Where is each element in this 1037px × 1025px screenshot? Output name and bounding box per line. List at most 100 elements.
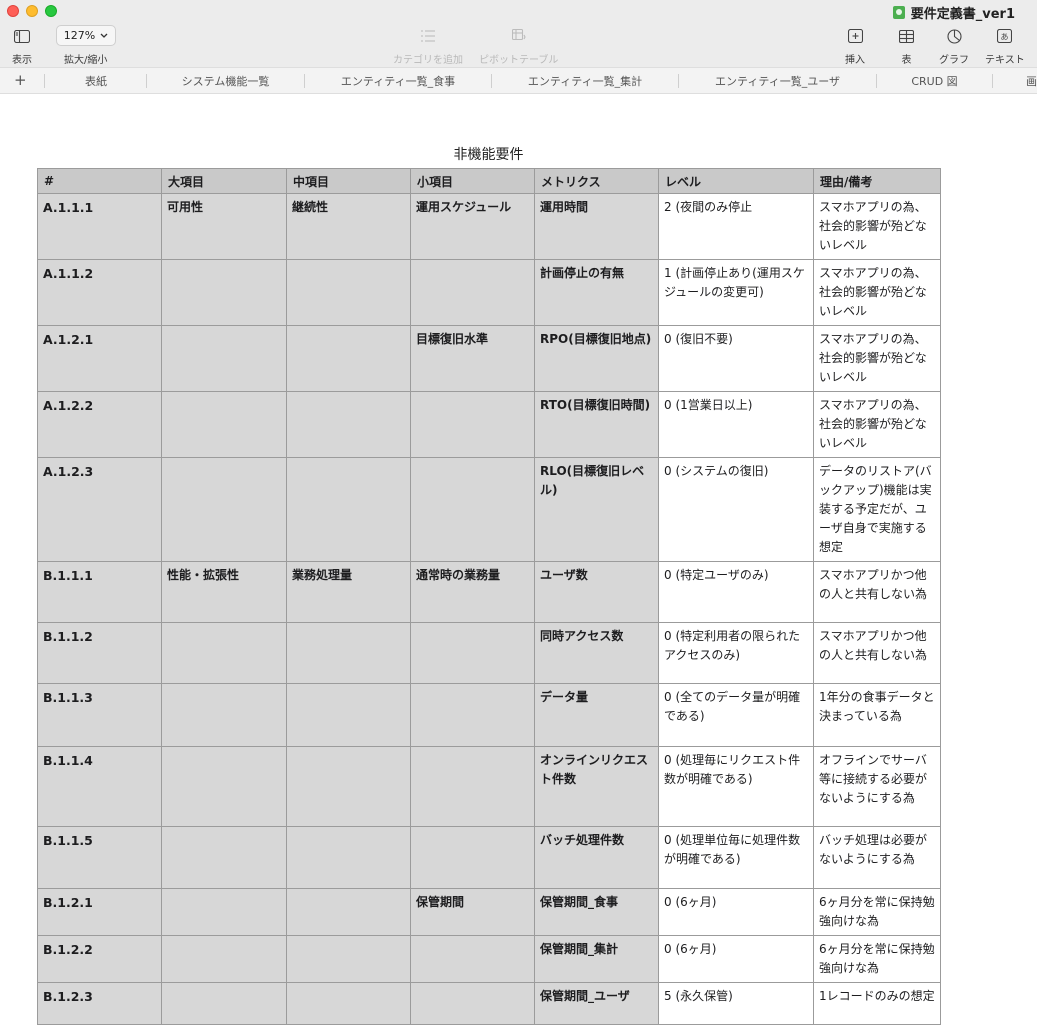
cell-major[interactable]: 可用性 — [161, 193, 287, 260]
cell-id[interactable]: A.1.1.1 — [37, 193, 162, 260]
cell-minor[interactable]: 保管期間 — [410, 888, 535, 936]
cell-id[interactable]: B.1.1.5 — [37, 826, 162, 889]
cell-middle[interactable] — [286, 826, 411, 889]
cell-level[interactable]: 0 (復旧不要) — [658, 325, 814, 392]
cell-major[interactable] — [161, 259, 287, 326]
cell-level[interactable]: 0 (処理単位毎に処理件数が明確である) — [658, 826, 814, 889]
cell-reason[interactable]: スマホアプリの為、社会的影響が殆どないレベル — [813, 193, 941, 260]
header-minor[interactable]: 小項目 — [410, 168, 535, 194]
cell-metric[interactable]: RTO(目標復旧時間) — [534, 391, 659, 458]
cell-level[interactable]: 0 (6ヶ月) — [658, 935, 814, 983]
cell-minor[interactable] — [410, 683, 535, 747]
cell-reason[interactable]: オフラインでサーバ等に接続する必要がないようにする為 — [813, 746, 941, 827]
cell-reason[interactable]: スマホアプリかつ他の人と共有しない為 — [813, 622, 941, 684]
cell-metric[interactable]: 計画停止の有無 — [534, 259, 659, 326]
cell-metric[interactable]: 同時アクセス数 — [534, 622, 659, 684]
zoom-dropdown[interactable]: 127% — [56, 25, 116, 46]
header-level[interactable]: レベル — [658, 168, 814, 194]
cell-reason[interactable]: スマホアプリかつ他の人と共有しない為 — [813, 561, 941, 623]
cell-major[interactable] — [161, 935, 287, 983]
cell-middle[interactable] — [286, 259, 411, 326]
cell-middle[interactable] — [286, 457, 411, 562]
cell-metric[interactable]: オンラインリクエスト件数 — [534, 746, 659, 827]
cell-minor[interactable]: 通常時の業務量 — [410, 561, 535, 623]
cell-minor[interactable] — [410, 259, 535, 326]
cell-major[interactable]: 性能・拡張性 — [161, 561, 287, 623]
cell-minor[interactable] — [410, 826, 535, 889]
tab-entity-summary[interactable]: エンティティ一覧_集計 — [492, 68, 678, 93]
tab-entity-meal[interactable]: エンティティ一覧_食事 — [305, 68, 491, 93]
cell-id[interactable]: A.1.2.2 — [37, 391, 162, 458]
cell-middle[interactable]: 業務処理量 — [286, 561, 411, 623]
cell-major[interactable] — [161, 888, 287, 936]
cell-id[interactable]: B.1.2.2 — [37, 935, 162, 983]
cell-id[interactable]: B.1.2.3 — [37, 982, 162, 1025]
cell-id[interactable]: B.1.1.1 — [37, 561, 162, 623]
cell-middle[interactable] — [286, 888, 411, 936]
tab-partial[interactable]: 画 — [993, 68, 1037, 93]
cell-major[interactable] — [161, 622, 287, 684]
cell-middle[interactable] — [286, 683, 411, 747]
cell-minor[interactable] — [410, 935, 535, 983]
cell-major[interactable] — [161, 746, 287, 827]
cell-level[interactable]: 0 (処理毎にリクエスト件数が明確である) — [658, 746, 814, 827]
cell-level[interactable]: 0 (特定利用者の限られたアクセスのみ) — [658, 622, 814, 684]
chart-button[interactable]: グラフ — [939, 26, 969, 66]
cell-reason[interactable]: 6ヶ月分を常に保持勉強向けな為 — [813, 935, 941, 983]
cell-minor[interactable] — [410, 982, 535, 1025]
cell-major[interactable] — [161, 982, 287, 1025]
minimize-window-button[interactable] — [26, 5, 38, 17]
cell-middle[interactable]: 継続性 — [286, 193, 411, 260]
cell-middle[interactable] — [286, 325, 411, 392]
cell-minor[interactable] — [410, 457, 535, 562]
header-middle[interactable]: 中項目 — [286, 168, 411, 194]
add-category-button[interactable]: カテゴリを追加 — [393, 26, 463, 66]
cell-metric[interactable]: データ量 — [534, 683, 659, 747]
cell-major[interactable] — [161, 683, 287, 747]
cell-middle[interactable] — [286, 935, 411, 983]
cell-id[interactable]: A.1.2.1 — [37, 325, 162, 392]
cell-metric[interactable]: RLO(目標復旧レベル) — [534, 457, 659, 562]
cell-reason[interactable]: 6ヶ月分を常に保持勉強向けな為 — [813, 888, 941, 936]
cell-id[interactable]: B.1.1.3 — [37, 683, 162, 747]
close-window-button[interactable] — [7, 5, 19, 17]
cell-reason[interactable]: スマホアプリの為、社会的影響が殆どないレベル — [813, 325, 941, 392]
text-button[interactable]: あ テキスト — [985, 26, 1025, 66]
cell-metric[interactable]: バッチ処理件数 — [534, 826, 659, 889]
header-major[interactable]: 大項目 — [161, 168, 287, 194]
cell-metric[interactable]: ユーザ数 — [534, 561, 659, 623]
cell-middle[interactable] — [286, 391, 411, 458]
cell-major[interactable] — [161, 826, 287, 889]
table-button[interactable]: 表 — [899, 26, 914, 66]
cell-metric[interactable]: RPO(目標復旧地点) — [534, 325, 659, 392]
pivot-table-button[interactable]: ピボットテーブル — [479, 26, 558, 66]
tab-crud[interactable]: CRUD 図 — [877, 68, 992, 93]
cell-minor[interactable]: 運用スケジュール — [410, 193, 535, 260]
cell-reason[interactable]: 1レコードのみの想定 — [813, 982, 941, 1025]
cell-level[interactable]: 2 (夜間のみ停止 — [658, 193, 814, 260]
cell-id[interactable]: A.1.1.2 — [37, 259, 162, 326]
cell-middle[interactable] — [286, 622, 411, 684]
cell-level[interactable]: 0 (6ヶ月) — [658, 888, 814, 936]
cell-reason[interactable]: スマホアプリの為、社会的影響が殆どないレベル — [813, 259, 941, 326]
cell-reason[interactable]: データのリストア(バックアップ)機能は実装する予定だが、ユーザ自身で実施する想定 — [813, 457, 941, 562]
cell-level[interactable]: 0 (システムの復旧) — [658, 457, 814, 562]
cell-minor[interactable] — [410, 622, 535, 684]
cell-major[interactable] — [161, 391, 287, 458]
cell-level[interactable]: 0 (特定ユーザのみ) — [658, 561, 814, 623]
cell-id[interactable]: A.1.2.3 — [37, 457, 162, 562]
cell-level[interactable]: 1 (計画停止あり(運用スケジュールの変更可) — [658, 259, 814, 326]
cell-major[interactable] — [161, 325, 287, 392]
header-id[interactable]: # — [37, 168, 162, 194]
header-metric[interactable]: メトリクス — [534, 168, 659, 194]
cell-metric[interactable]: 保管期間_ユーザ — [534, 982, 659, 1025]
cell-metric[interactable]: 保管期間_集計 — [534, 935, 659, 983]
tab-system-functions[interactable]: システム機能一覧 — [147, 68, 304, 93]
cell-level[interactable]: 5 (永久保管) — [658, 982, 814, 1025]
cell-id[interactable]: B.1.1.2 — [37, 622, 162, 684]
cell-middle[interactable] — [286, 746, 411, 827]
cell-minor[interactable]: 目標復旧水準 — [410, 325, 535, 392]
tab-entity-user[interactable]: エンティティ一覧_ユーザ — [679, 68, 876, 93]
add-sheet-button[interactable]: + — [14, 71, 27, 89]
cell-id[interactable]: B.1.1.4 — [37, 746, 162, 827]
